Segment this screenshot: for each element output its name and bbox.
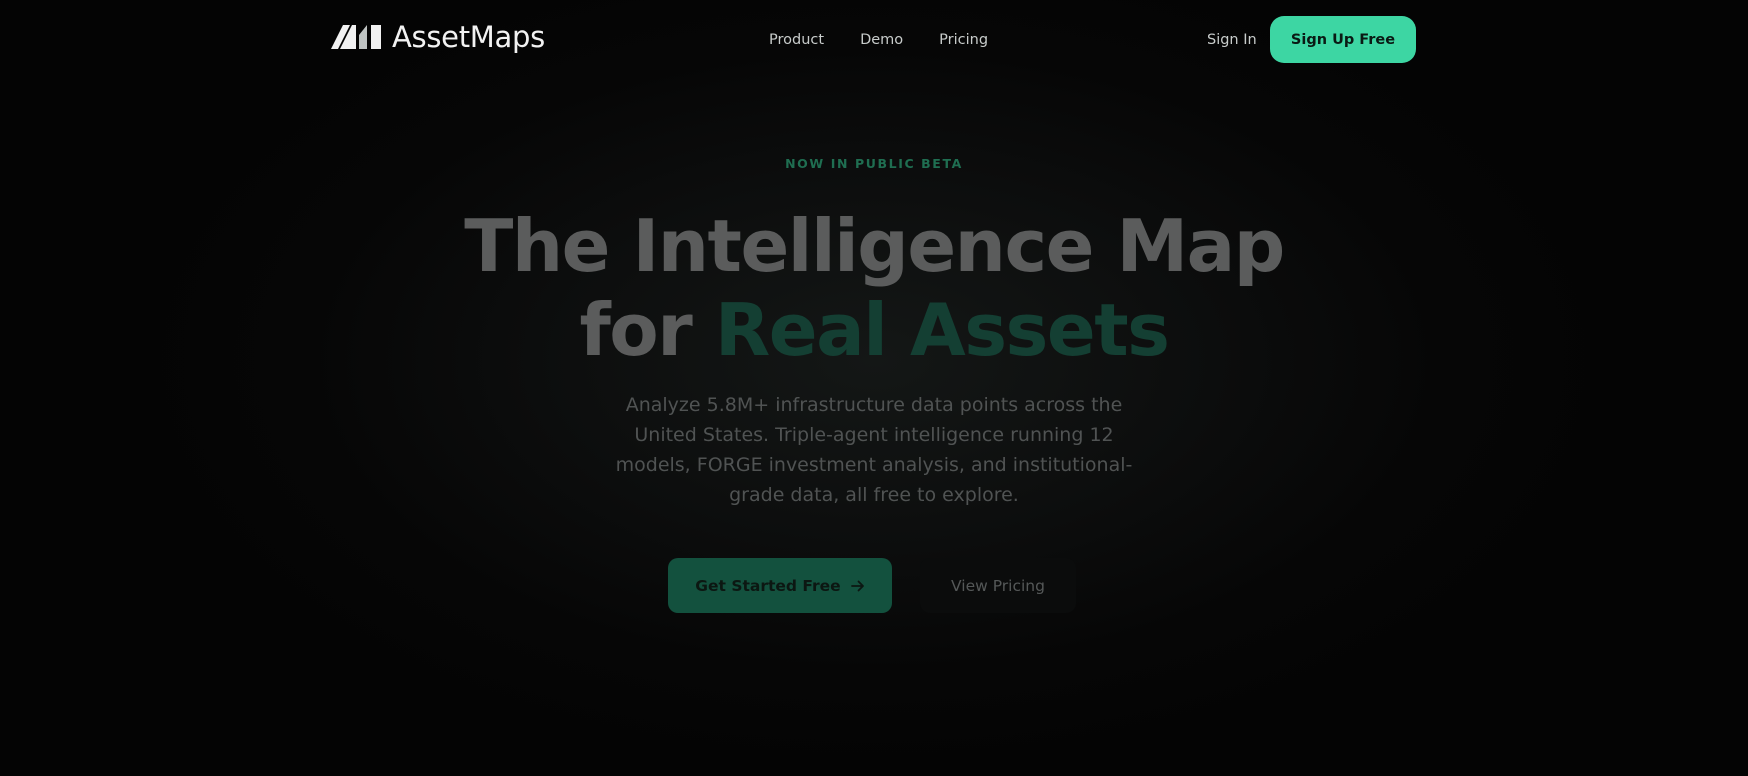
primary-nav: Product Demo Pricing	[769, 28, 988, 52]
arrow-right-icon	[850, 580, 864, 591]
top-nav: AssetMaps Product Demo Pricing Sign In S…	[0, 0, 1748, 80]
assetmaps-logo-icon	[331, 25, 381, 49]
brand-name: AssetMaps	[392, 20, 545, 54]
sign-up-button[interactable]: Sign Up Free	[1270, 16, 1416, 63]
landing-page: AssetMaps Product Demo Pricing Sign In S…	[0, 0, 1748, 776]
beta-eyebrow: NOW IN PUBLIC BETA	[785, 156, 963, 171]
get-started-label: Get Started Free	[695, 576, 841, 595]
headline-accent: Real Assets	[714, 288, 1170, 372]
nav-link-pricing[interactable]: Pricing	[939, 28, 988, 52]
brand-logo-link[interactable]: AssetMaps	[331, 19, 545, 55]
nav-link-product[interactable]: Product	[769, 28, 824, 52]
hero-headline: The Intelligence Map for Real Assets	[0, 204, 1748, 372]
headline-line-2-prefix: for	[579, 288, 715, 372]
headline-line-1: The Intelligence Map	[464, 204, 1285, 288]
sign-in-link[interactable]: Sign In	[1207, 28, 1257, 52]
get-started-button[interactable]: Get Started Free	[668, 558, 892, 613]
nav-link-demo[interactable]: Demo	[860, 28, 903, 52]
hero-subtext: Analyze 5.8M+ infrastructure data points…	[615, 394, 1133, 506]
view-pricing-button[interactable]: View Pricing	[920, 558, 1076, 613]
